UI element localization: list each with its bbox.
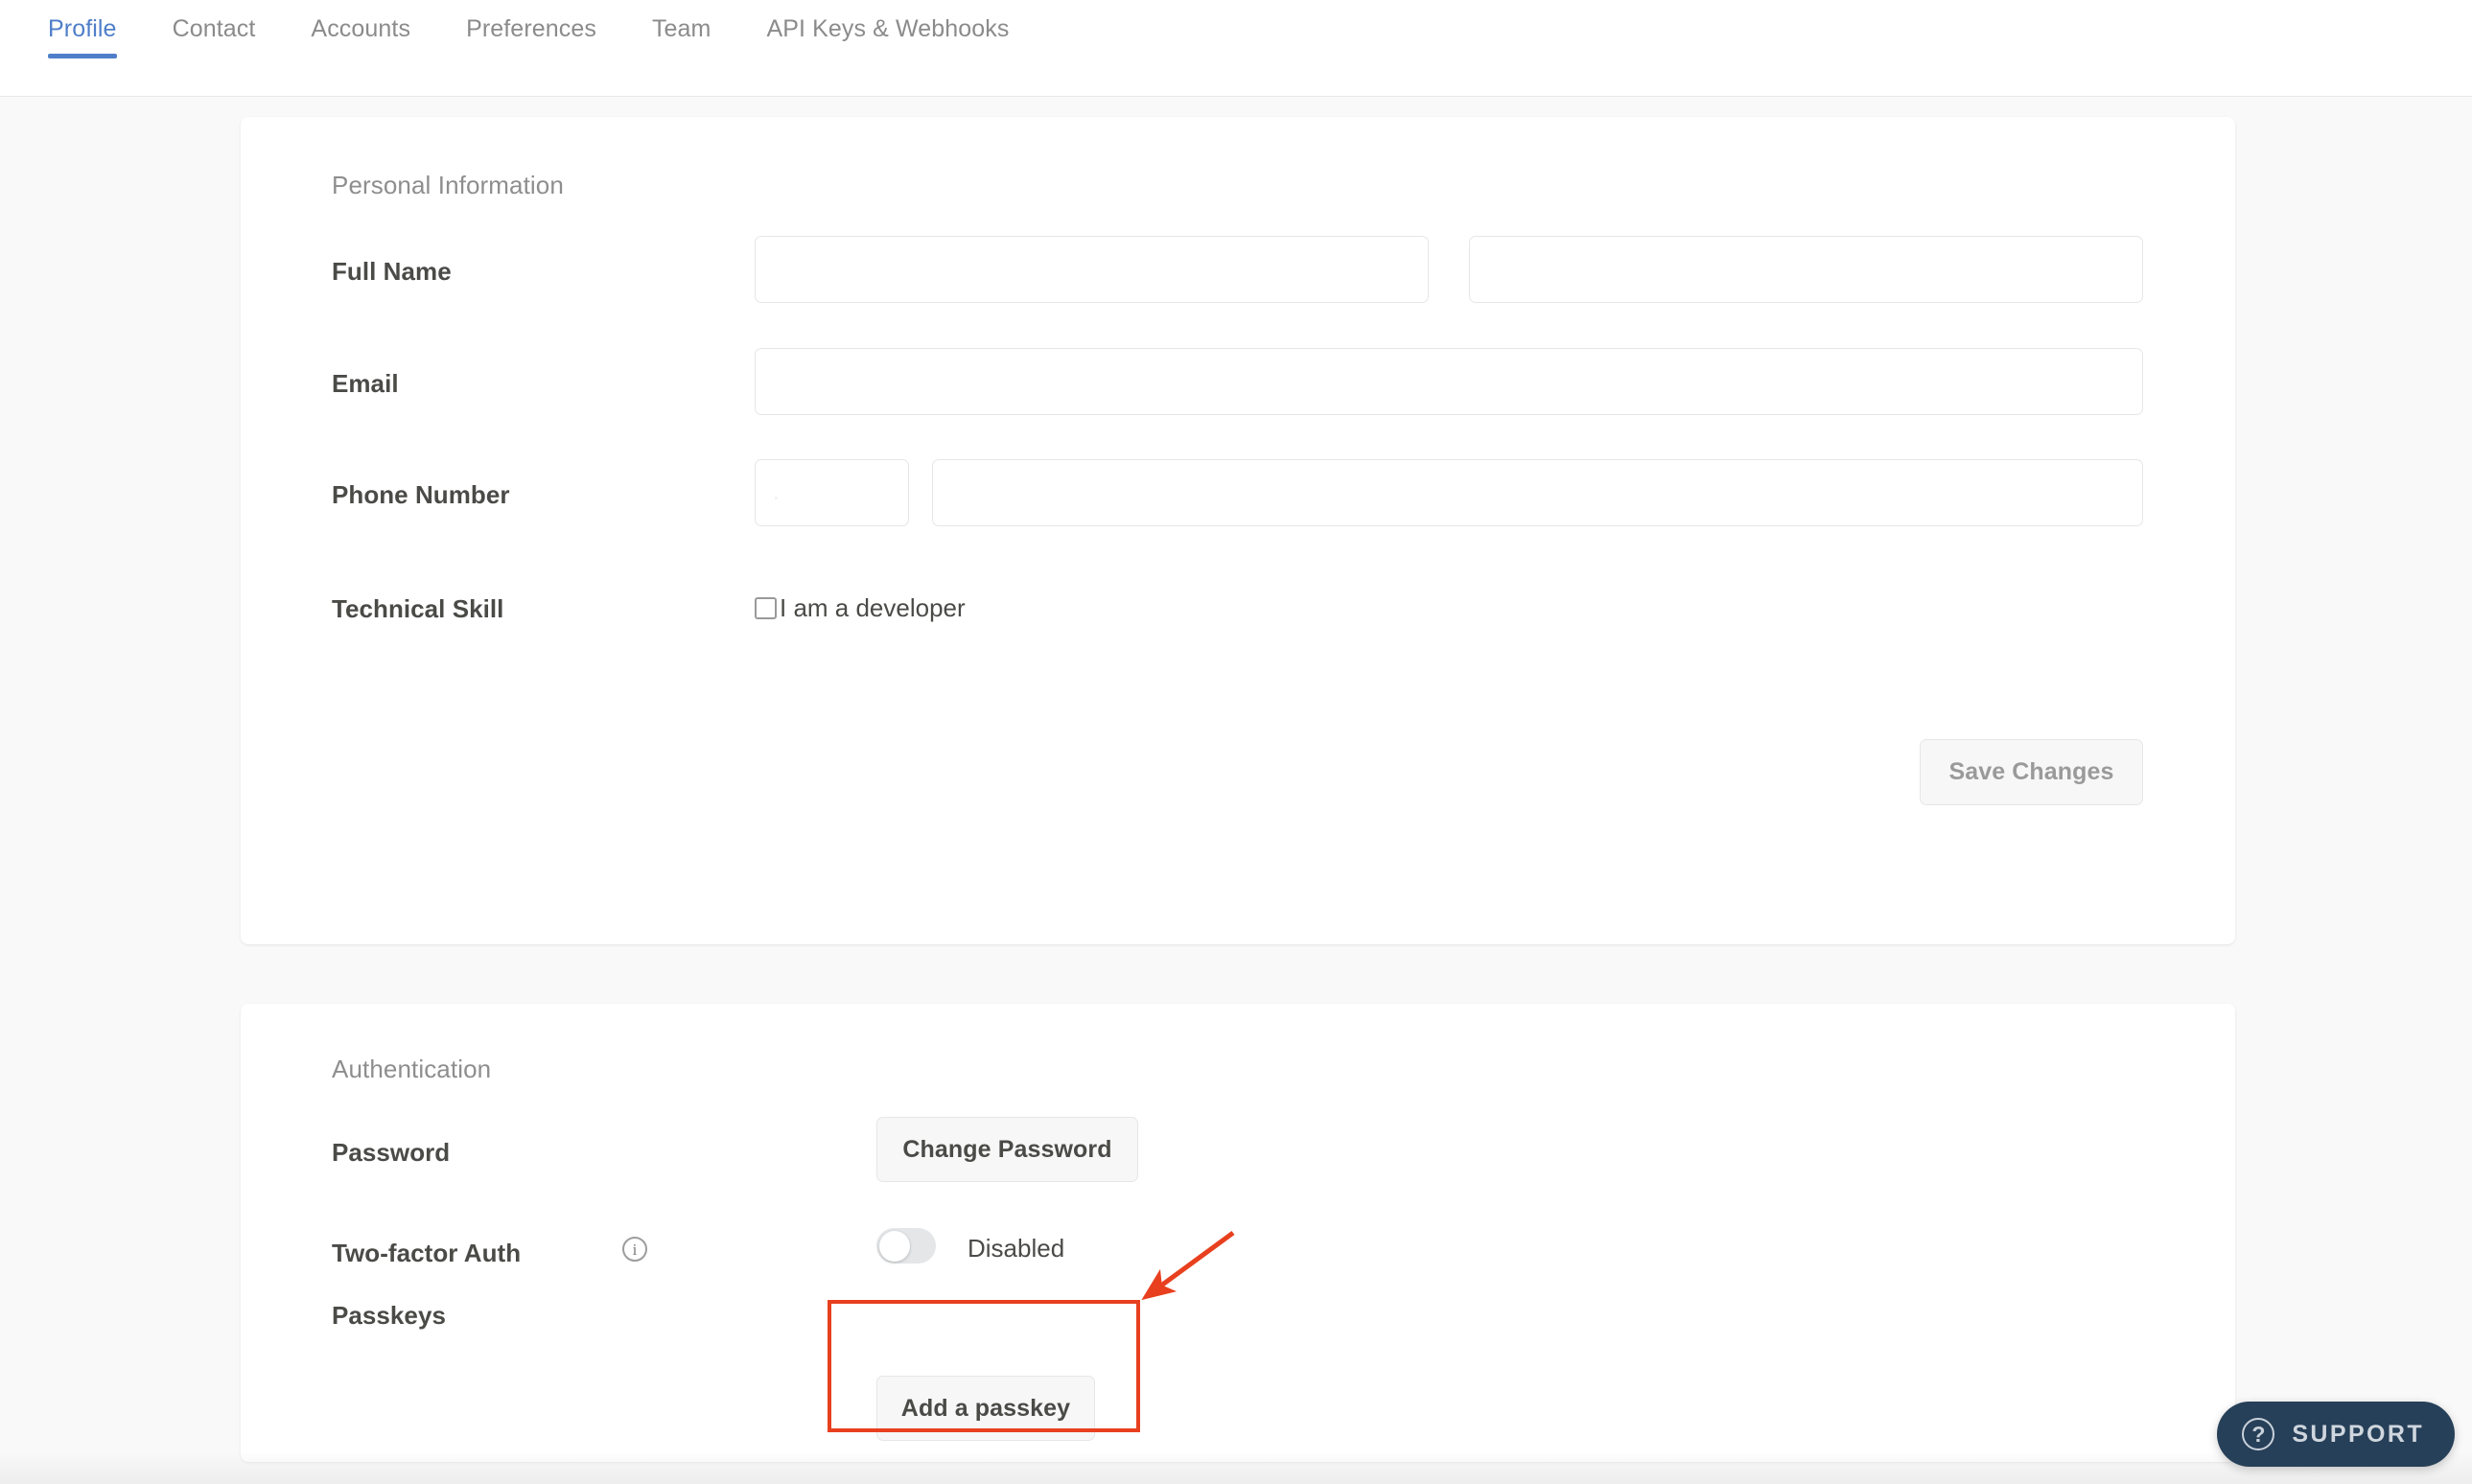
phone-number-input-field[interactable] <box>933 460 2142 525</box>
tab-accounts-label: Accounts <box>311 15 411 42</box>
password-label: Password <box>332 1138 451 1167</box>
tab-team[interactable]: Team <box>652 0 711 97</box>
phone-country-code-field[interactable] <box>756 460 908 525</box>
toggle-knob <box>878 1230 910 1262</box>
phone-number-input[interactable] <box>932 459 2143 526</box>
tab-profile-label: Profile <box>48 15 117 42</box>
last-name-input-field[interactable] <box>1470 237 2142 302</box>
info-icon[interactable]: i <box>622 1237 647 1262</box>
tab-contact-label: Contact <box>172 15 256 42</box>
full-name-label: Full Name <box>332 257 452 286</box>
developer-checkbox-label: I am a developer <box>780 593 966 622</box>
save-changes-button[interactable]: Save Changes <box>1920 739 2143 805</box>
tab-team-label: Team <box>651 15 711 42</box>
developer-checkbox-row[interactable]: I am a developer <box>755 593 966 623</box>
tab-bar: Profile Contact Accounts Preferences Tea… <box>0 0 2472 97</box>
save-changes-label: Save Changes <box>1948 758 2114 785</box>
authentication-card: Authentication Password Change Password … <box>241 1004 2235 1462</box>
personal-information-title: Personal Information <box>332 171 564 199</box>
passkeys-label: Passkeys <box>332 1301 446 1330</box>
tab-preferences-label: Preferences <box>466 15 596 42</box>
support-widget-button[interactable]: ? SUPPORT <box>2217 1402 2455 1467</box>
last-name-input[interactable] <box>1469 236 2143 303</box>
technical-skill-label: Technical Skill <box>332 594 504 623</box>
two-factor-auth-label: Two-factor Auth <box>332 1239 522 1267</box>
add-a-passkey-button[interactable]: Add a passkey <box>876 1376 1095 1441</box>
change-password-label: Change Password <box>902 1135 1112 1163</box>
developer-checkbox[interactable] <box>755 597 777 619</box>
tab-preferences[interactable]: Preferences <box>466 0 596 97</box>
add-a-passkey-label: Add a passkey <box>900 1394 1071 1422</box>
personal-information-card: Personal Information Full Name Email Pho… <box>241 117 2235 944</box>
two-factor-auth-state: Disabled <box>968 1234 1065 1263</box>
phone-number-label: Phone Number <box>332 480 510 509</box>
page-scroll-area[interactable]: Personal Information Full Name Email Pho… <box>0 97 2472 1484</box>
first-name-input[interactable] <box>755 236 1429 303</box>
email-input[interactable] <box>755 348 2143 415</box>
support-widget-label: SUPPORT <box>2292 1420 2424 1448</box>
tab-accounts[interactable]: Accounts <box>311 0 410 97</box>
first-name-input-field[interactable] <box>756 237 1428 302</box>
tab-api-keys-webhooks[interactable]: API Keys & Webhooks <box>767 0 1010 97</box>
tab-contact[interactable]: Contact <box>173 0 256 97</box>
question-circle-icon: ? <box>2242 1418 2275 1450</box>
two-factor-auth-toggle[interactable] <box>876 1228 936 1264</box>
email-input-field[interactable] <box>756 349 2142 414</box>
phone-country-code-input[interactable] <box>755 459 909 526</box>
authentication-title: Authentication <box>332 1055 492 1083</box>
tab-api-keys-webhooks-label: API Keys & Webhooks <box>766 15 1010 42</box>
tab-profile[interactable]: Profile <box>48 0 117 97</box>
email-label: Email <box>332 369 399 398</box>
change-password-button[interactable]: Change Password <box>876 1117 1138 1182</box>
